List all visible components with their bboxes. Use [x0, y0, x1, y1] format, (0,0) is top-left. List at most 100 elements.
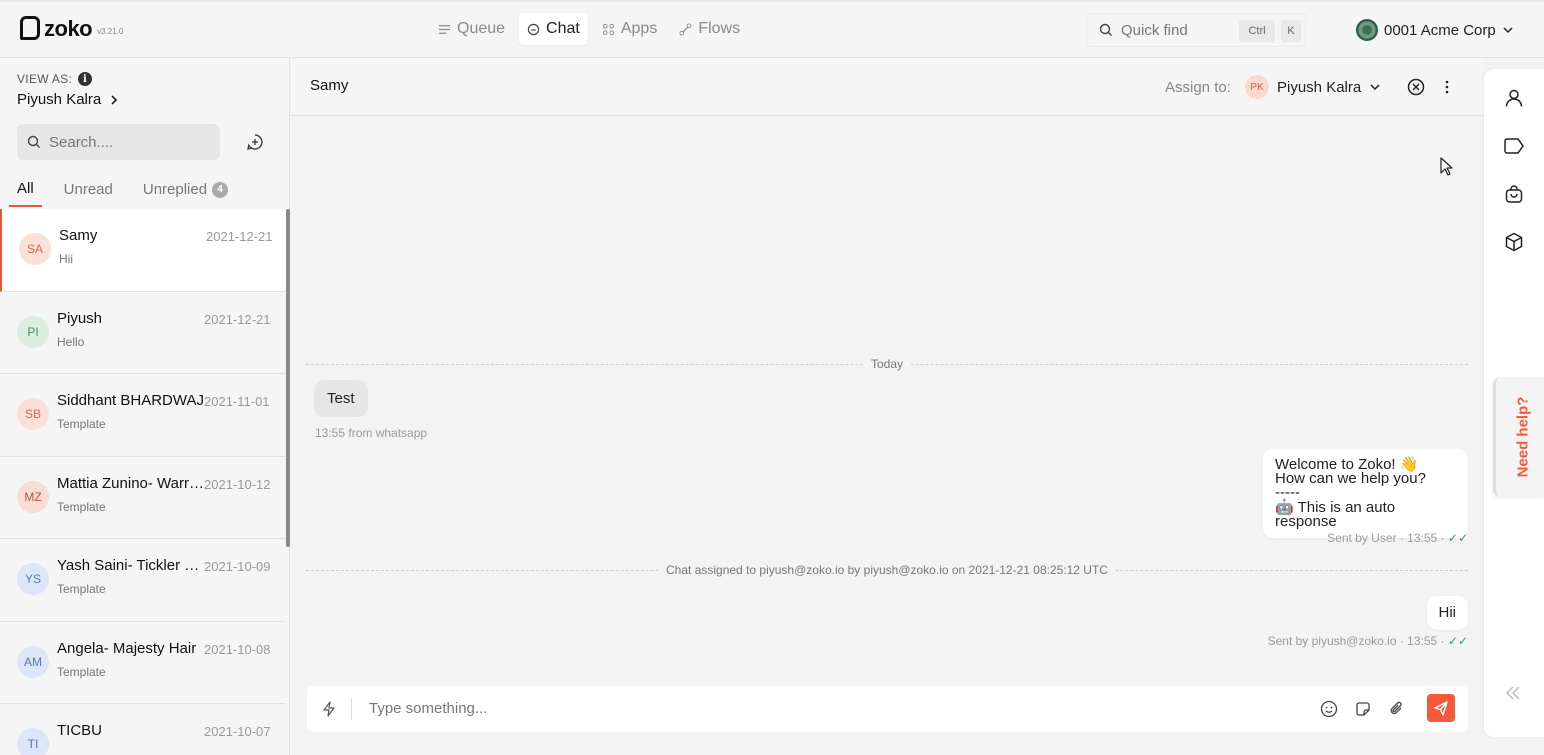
flows-icon: [679, 22, 692, 36]
conversation-search-input[interactable]: Search....: [17, 124, 220, 160]
assignee-dropdown[interactable]: PK Piyush Kalra: [1245, 75, 1381, 99]
emoji-button[interactable]: [1319, 699, 1339, 719]
incoming-message-meta: 13:55 from whatsapp: [315, 426, 428, 440]
view-as-user-selector[interactable]: Piyush Kalra: [17, 91, 119, 108]
new-chat-button[interactable]: [238, 124, 272, 160]
contact-avatar: YS: [17, 563, 49, 595]
date-divider-label: Today: [862, 357, 912, 371]
conversation-preview: Template: [57, 417, 106, 431]
conversation-date: 2021-10-08: [204, 641, 271, 657]
mouse-cursor-icon: [1440, 157, 1453, 176]
conversation-name: TICBU: [57, 722, 102, 739]
conversation-item[interactable]: TI TICBU 2021-10-07: [0, 704, 286, 755]
new-chat-icon: [247, 134, 263, 150]
contact-avatar: TI: [17, 728, 49, 755]
auto-response-line-2: How can we help you?: [1275, 470, 1426, 487]
quick-reply-button[interactable]: [319, 699, 339, 719]
close-chat-button[interactable]: [1406, 77, 1426, 97]
sticker-icon: [1356, 702, 1370, 716]
search-icon: [27, 135, 40, 148]
shop-button[interactable]: [1502, 182, 1526, 206]
chevron-down-icon: [1503, 27, 1513, 34]
read-receipt-icon: ✓✓: [1447, 531, 1468, 545]
conversation-item[interactable]: AM Angela- Majesty Hair 2021-10-08 Template: [0, 622, 286, 704]
quick-find-label: Quick find: [1121, 21, 1188, 39]
unreplied-count-badge: 4: [212, 181, 229, 198]
tags-button[interactable]: [1502, 134, 1526, 158]
contact-avatar: AM: [17, 645, 49, 678]
info-icon[interactable]: i: [78, 72, 93, 86]
nav-apps-label: Apps: [620, 20, 658, 37]
conversation-date: 2021-12-21: [206, 229, 273, 244]
conversation-item[interactable]: YS Yash Saini- Tickler Shop 2021-10-09 Temp…: [0, 539, 286, 622]
conversation-item[interactable]: MZ Mattia Zunino- Warriors 2021-10-12 Templ…: [0, 457, 286, 539]
nav-chat-label: Chat: [546, 20, 580, 37]
apps-icon: [602, 23, 614, 35]
cube-icon: [1505, 232, 1523, 252]
app-logo[interactable]: zoko v3.21.0: [20, 16, 123, 40]
more-vertical-icon: [1445, 80, 1449, 94]
close-circle-icon: [1407, 78, 1425, 96]
quick-find-button[interactable]: Quick find Ctrl K: [1086, 13, 1306, 47]
conversation-date: 2021-10-07: [204, 724, 271, 739]
tab-unread[interactable]: Unread: [64, 180, 113, 207]
shortcut-k-key: K: [1281, 20, 1301, 42]
conversation-item[interactable]: PI Piyush 2021-12-21 Hello: [0, 292, 286, 374]
conversation-name: Yash Saini- Tickler Shop: [57, 557, 207, 574]
conversation-date: 2021-10-12: [204, 476, 271, 492]
auto-response-line-4: 🤖 This is an auto response: [1275, 499, 1396, 530]
auto-response-bubble: Welcome to Zoko! 👋 How can we help you? …: [1263, 449, 1468, 538]
nav-queue[interactable]: Queue: [430, 13, 513, 45]
nav-flows[interactable]: Flows: [671, 13, 748, 45]
conversation-list-scrollbar[interactable]: [286, 209, 290, 547]
assignee-avatar: PK: [1245, 75, 1269, 99]
auto-response-meta: Sent by User · 13:55 · ✓✓: [1327, 531, 1468, 545]
collapse-panel-icon[interactable]: [1503, 683, 1523, 703]
tab-all[interactable]: All: [9, 180, 42, 207]
conversation-item[interactable]: SA Samy 2021-12-21 Hii: [0, 209, 286, 292]
conversation-date: 2021-11-01: [204, 394, 270, 409]
paperclip-icon: [1390, 701, 1402, 715]
message-input[interactable]: Type something...: [369, 700, 487, 717]
view-as-text: VIEW AS:: [17, 72, 73, 86]
nav-chat[interactable]: Chat: [519, 13, 588, 45]
conversation-preview: Template: [57, 664, 106, 679]
conversation-item[interactable]: SB Siddhant BHARDWAJ 2021-11-01 Template: [0, 374, 286, 457]
sticker-button[interactable]: [1353, 699, 1373, 719]
message-thread: Today Test 13:55 from whatsapp Welcome t…: [291, 116, 1484, 682]
conversation-tabs: All Unread Unreplied 4: [9, 180, 258, 207]
contact-info-button[interactable]: [1502, 86, 1526, 110]
conversation-name: Samy: [59, 227, 98, 244]
org-logo-icon: [1356, 19, 1378, 41]
auto-response-line-3: -----: [1275, 484, 1300, 501]
conversation-name: Piyush: [57, 309, 103, 327]
assignee-name: Piyush Kalra: [1277, 78, 1362, 96]
assignment-event-text: Chat assigned to piyush@zoko.io by piyus…: [658, 563, 1116, 577]
conversation-date: 2021-10-09: [204, 559, 271, 574]
read-receipt-icon: ✓✓: [1447, 634, 1468, 648]
orders-button[interactable]: [1502, 230, 1526, 254]
chat-icon: [527, 23, 540, 35]
contact-avatar: SB: [17, 398, 49, 430]
nav-apps[interactable]: Apps: [594, 13, 665, 45]
conversation-preview: Template: [57, 499, 106, 514]
contact-avatar: MZ: [17, 480, 49, 513]
need-help-label: Need help?: [1514, 396, 1532, 478]
tab-unreplied[interactable]: Unreplied 4: [143, 180, 229, 207]
assign-to-label: Assign to:: [1165, 79, 1231, 96]
conversation-sidebar: VIEW AS: i Piyush Kalra Search.... All U…: [0, 58, 290, 755]
emoji-icon: [1320, 700, 1338, 718]
conversation-date: 2021-12-21: [204, 311, 271, 327]
nav-queue-label: Queue: [457, 20, 506, 37]
more-options-button[interactable]: [1437, 77, 1457, 97]
send-button[interactable]: [1427, 694, 1455, 722]
outgoing-message-meta: Sent by piyush@zoko.io · 13:55 · ✓✓: [1268, 634, 1468, 648]
conversation-preview: Template: [57, 582, 106, 596]
conversation-preview: Hii: [59, 252, 73, 266]
org-switcher[interactable]: 0001 Acme Corp: [1356, 19, 1514, 41]
contact-avatar: PI: [17, 315, 49, 348]
need-help-button[interactable]: Need help?: [1493, 377, 1544, 497]
user-icon: [1505, 89, 1523, 107]
conversation-preview: Hello: [57, 334, 85, 349]
attach-button[interactable]: [1387, 699, 1407, 719]
